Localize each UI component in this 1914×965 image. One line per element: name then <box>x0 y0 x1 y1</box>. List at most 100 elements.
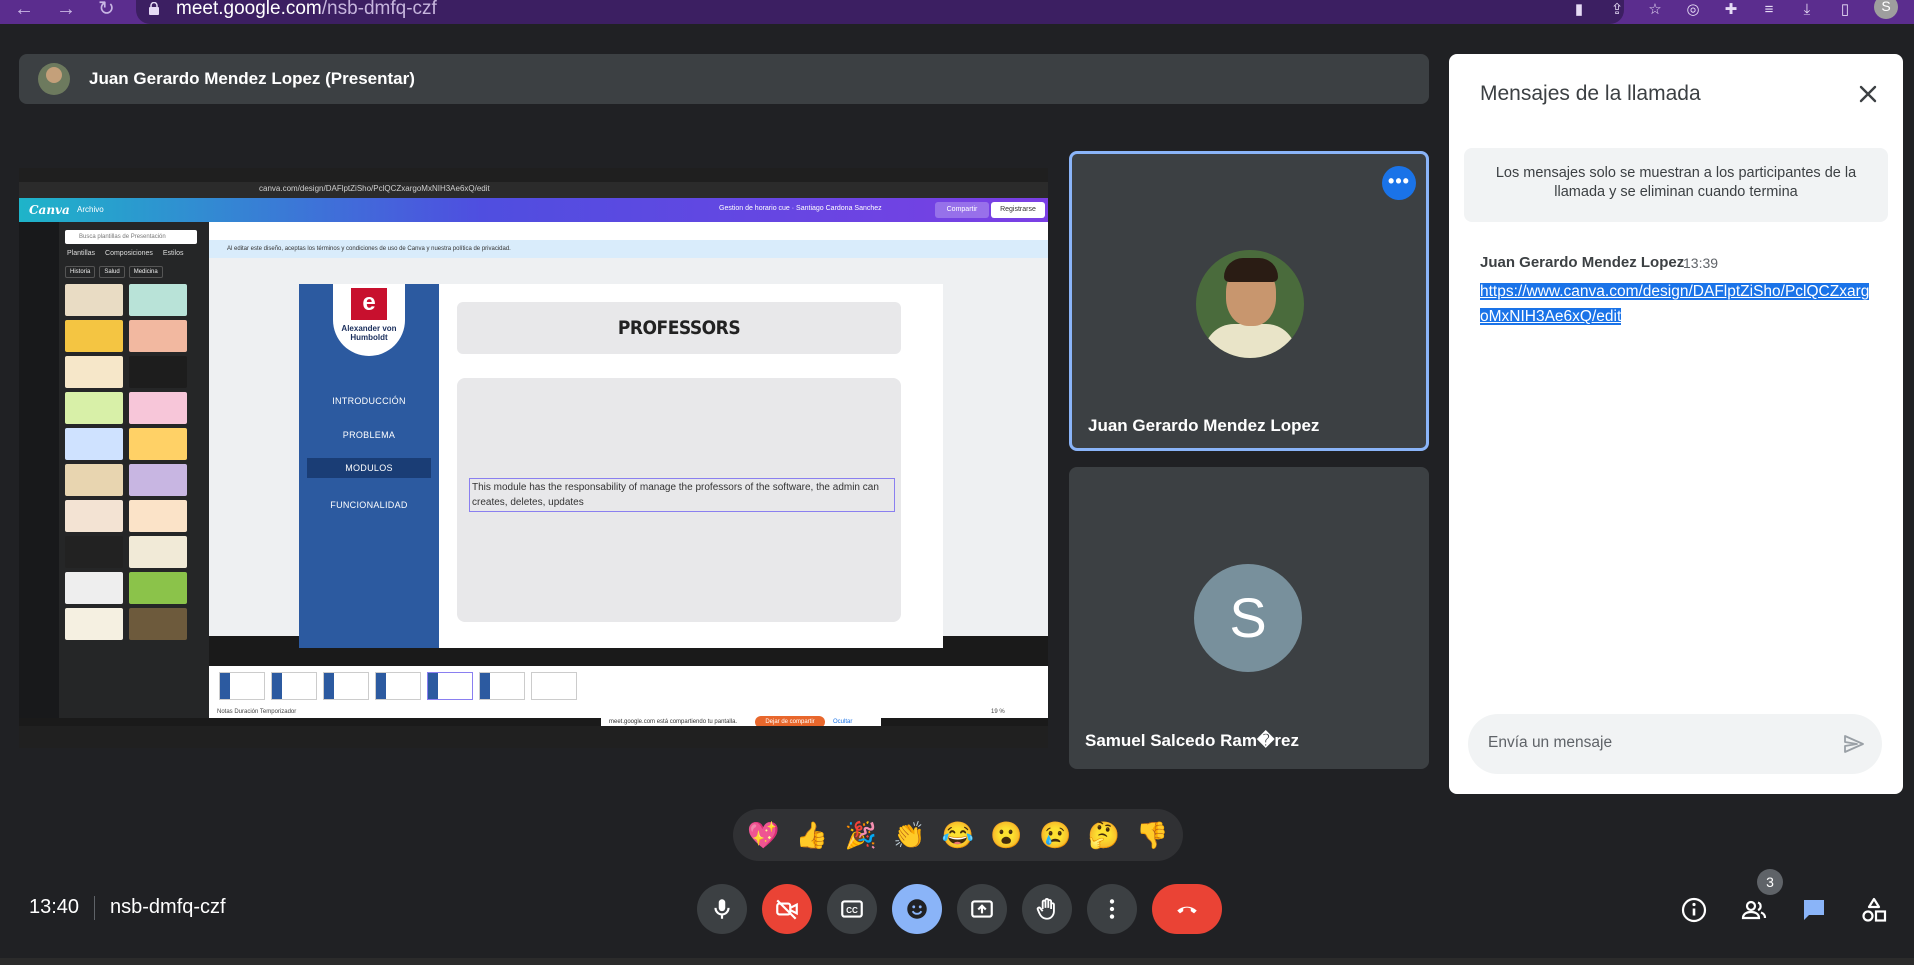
presenter-label: Juan Gerardo Mendez Lopez (Presentar) <box>89 69 415 88</box>
slide-menu-item-active: MODULOS <box>307 458 431 478</box>
slide-menu-item: PROBLEMA <box>342 430 396 440</box>
slide-menu-item: INTRODUCCIÓN <box>332 396 406 406</box>
back-icon[interactable]: ← <box>14 0 34 19</box>
reload-icon[interactable]: ↻ <box>98 0 115 19</box>
canva-chip: Medicina <box>128 266 163 278</box>
download-icon[interactable]: ⤓ <box>1798 2 1816 18</box>
info-icon[interactable] <box>1680 896 1708 924</box>
present-button[interactable] <box>957 884 1007 934</box>
chat-panel: Mensajes de la llamada Los mensajes solo… <box>1449 54 1903 794</box>
shared-url: canva.com/design/DAFlptZiSho/PclQCZxargo… <box>259 184 490 193</box>
canva-tab-estilos: Estilos <box>162 250 184 257</box>
profile-avatar[interactable]: S <box>1874 0 1898 19</box>
chat-icon[interactable] <box>1800 896 1828 924</box>
leave-call-button[interactable] <box>1152 884 1222 934</box>
canva-doc-title: Gestion de horario cue · Santiago Cardon… <box>719 205 882 212</box>
slide-body-text: This module has the responsability of ma… <box>469 478 895 512</box>
participant-tile[interactable]: S Samuel Salcedo Ram�rez <box>1069 467 1429 769</box>
sharing-text: meet.google.com está compartiendo tu pan… <box>609 719 738 725</box>
meeting-time: 13:40 <box>29 896 80 918</box>
template-thumb <box>65 428 123 460</box>
canva-template-search: Busca plantillas de Presentación <box>65 230 197 244</box>
canva-tab-plantillas: Plantillas <box>67 250 96 257</box>
canva-tab-composiciones: Composiciones <box>105 250 153 257</box>
page-thumb <box>427 672 473 700</box>
emoji-icon <box>907 899 927 919</box>
shared-tab-strip <box>19 168 1048 182</box>
template-thumb <box>65 284 123 316</box>
participant-name: Samuel Salcedo Ram�rez <box>1085 731 1299 750</box>
logo-name: Alexander von Humboldt <box>341 324 397 342</box>
participant-avatar: S <box>1194 564 1302 672</box>
participant-avatar <box>1196 250 1304 358</box>
page-thumb <box>479 672 525 700</box>
template-thumb <box>129 428 187 460</box>
heart-reaction[interactable]: 💖 <box>742 814 784 856</box>
shared-address-bar: canva.com/design/DAFlptZiSho/PclQCZxargo… <box>19 182 1048 198</box>
logo-letter: e <box>351 288 387 320</box>
canva-zoom: 19 % <box>991 709 1005 715</box>
clap-reaction[interactable]: 👏 <box>888 814 930 856</box>
page-thumb <box>375 672 421 700</box>
template-thumb <box>129 392 187 424</box>
participant-tile[interactable]: ••• Juan Gerardo Mendez Lopez <box>1069 151 1429 451</box>
slide: e Alexander von Humboldt INTRODUCCIÓN PR… <box>299 284 943 648</box>
canva-chip: Historia <box>65 266 96 278</box>
template-thumb <box>129 536 187 568</box>
close-icon[interactable] <box>1854 80 1882 108</box>
template-thumb <box>129 500 187 532</box>
canva-file-menu: Archivo <box>77 205 104 214</box>
canva-chips: Historia Salud Medicina <box>65 266 163 278</box>
canva-status-items: Notas Duración Temporizador <box>217 709 297 715</box>
party-reaction[interactable]: 🎉 <box>840 814 882 856</box>
thinking-reaction[interactable]: 🤔 <box>1083 814 1125 856</box>
more-options-icon[interactable]: ••• <box>1382 166 1416 200</box>
message-sender: Juan Gerardo Mendez Lopez <box>1480 254 1685 271</box>
mic-icon <box>714 899 730 919</box>
sad-reaction[interactable]: 😢 <box>1034 814 1076 856</box>
thumbs-down-reaction[interactable]: 👎 <box>1132 814 1174 856</box>
template-thumb <box>129 464 187 496</box>
os-taskbar-edge <box>0 958 1914 965</box>
canva-logo: Canva <box>29 203 70 217</box>
slide-body-box: This module has the responsability of ma… <box>457 378 901 622</box>
more-options-button[interactable] <box>1087 884 1137 934</box>
divider <box>94 896 95 920</box>
canva-templates-panel: Busca plantillas de Presentación Plantil… <box>59 222 209 718</box>
bookmark-star-icon[interactable]: ☆ <box>1646 2 1664 18</box>
captions-button[interactable]: CC <box>827 884 877 934</box>
surprised-reaction[interactable]: 😮 <box>986 814 1028 856</box>
chat-title: Mensajes de la llamada <box>1480 82 1701 105</box>
address-bar[interactable]: meet.google.com/nsb-dmfq-czf <box>136 0 1624 24</box>
template-thumb <box>65 392 123 424</box>
slide-sidebar: e Alexander von Humboldt INTRODUCCIÓN PR… <box>299 284 439 648</box>
activities-icon[interactable] <box>1860 896 1888 924</box>
side-panel-icon[interactable]: ▯ <box>1836 2 1854 18</box>
camera-icon[interactable]: ▮ <box>1570 2 1588 18</box>
shared-screen[interactable]: canva.com/design/DAFlptZiSho/PclQCZxargo… <box>19 168 1048 748</box>
people-icon[interactable] <box>1740 896 1768 924</box>
canva-page-strip <box>209 666 1048 706</box>
canva-share-button: Compartir <box>935 202 989 218</box>
more-vert-icon <box>1109 899 1115 919</box>
send-icon[interactable] <box>1842 732 1866 756</box>
message-link-text[interactable]: https://www.canva.com/design/DAFlptZiSho… <box>1480 283 1870 325</box>
chat-privacy-notice: Los mensajes solo se muestran a los part… <box>1464 148 1888 222</box>
media-queue-icon[interactable]: ≡ <box>1760 2 1778 18</box>
forward-icon[interactable]: → <box>56 0 76 19</box>
browser-actions: ▮ ⇪ ☆ ◎ ✚ ≡ ⤓ ▯ S <box>1570 0 1898 20</box>
reactions-button[interactable] <box>892 884 942 934</box>
message-link[interactable]: https://www.canva.com/design/DAFlptZiSho… <box>1480 279 1870 329</box>
camera-off-button[interactable] <box>762 884 812 934</box>
message-input[interactable]: Envía un mensaje <box>1468 714 1882 774</box>
thumbs-up-reaction[interactable]: 👍 <box>791 814 833 856</box>
share-page-icon[interactable]: ⇪ <box>1608 2 1626 18</box>
raise-hand-button[interactable] <box>1022 884 1072 934</box>
extension-color-icon[interactable]: ◎ <box>1684 2 1702 18</box>
windows-taskbar <box>19 726 1048 748</box>
mic-button[interactable] <box>697 884 747 934</box>
extensions-puzzle-icon[interactable]: ✚ <box>1722 2 1740 18</box>
laugh-reaction[interactable]: 😂 <box>937 814 979 856</box>
svg-text:CC: CC <box>846 906 858 915</box>
browser-nav: ← → ↻ <box>14 0 115 19</box>
